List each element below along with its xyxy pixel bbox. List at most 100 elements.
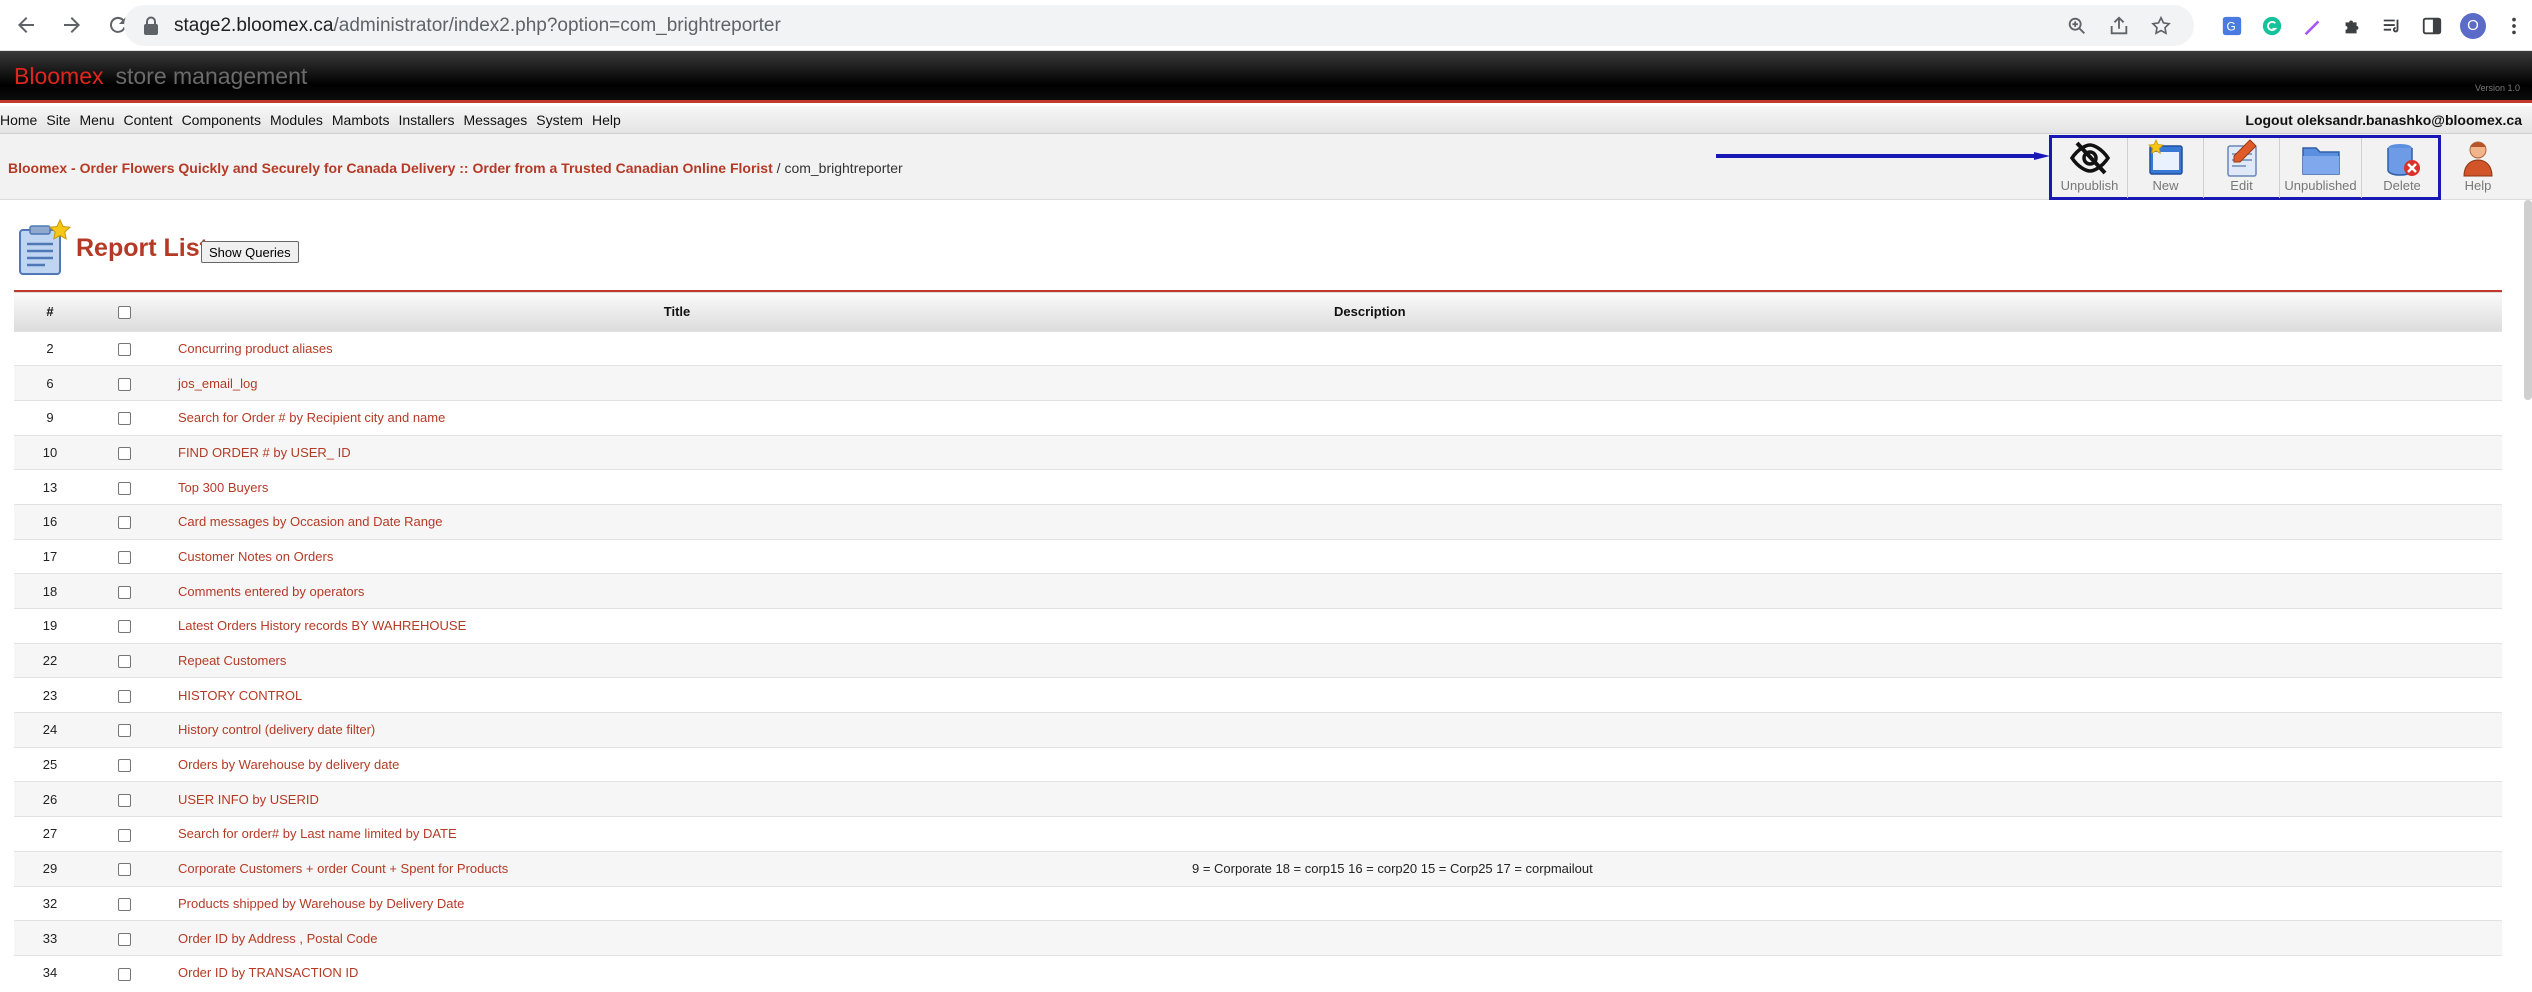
extensions-puzzle-icon[interactable] xyxy=(2340,14,2364,38)
row-checkbox[interactable] xyxy=(117,828,131,842)
zoom-icon[interactable] xyxy=(2066,15,2088,37)
report-title-link[interactable]: History control (delivery date filter) xyxy=(162,713,1192,748)
profile-avatar[interactable]: O xyxy=(2460,12,2486,39)
row-checkbox[interactable] xyxy=(117,897,131,911)
browser-toolbar: stage2.bloomex.ca/administrator/index2.p… xyxy=(0,0,2532,51)
row-id: 24 xyxy=(42,722,58,738)
row-checkbox[interactable] xyxy=(117,655,131,669)
menu-item-messages[interactable]: Messages xyxy=(463,112,536,128)
report-title-link[interactable]: Customer Notes on Orders xyxy=(162,539,1192,574)
report-title-link[interactable]: Search for order# by Last name limited b… xyxy=(162,817,1192,852)
unpublished-button[interactable]: Unpublished xyxy=(2280,138,2362,198)
address-bar[interactable]: stage2.bloomex.ca/administrator/index2.p… xyxy=(124,5,2194,46)
edit-button[interactable]: Edit xyxy=(2204,138,2280,198)
report-description xyxy=(1192,574,2502,609)
row-checkbox[interactable] xyxy=(117,724,131,738)
row-checkbox[interactable] xyxy=(117,481,131,495)
table-row: 17 Customer Notes on Orders xyxy=(14,539,2502,574)
table-header-row: # Title Description xyxy=(14,291,2502,331)
new-button[interactable]: New xyxy=(2128,138,2204,198)
row-checkbox[interactable] xyxy=(117,793,131,807)
row-checkbox[interactable] xyxy=(117,620,131,634)
report-title-link[interactable]: Comments entered by operators xyxy=(162,574,1192,609)
report-title-link[interactable]: Card messages by Occasion and Date Range xyxy=(162,504,1192,539)
page-scrollbar[interactable] xyxy=(2524,200,2532,400)
report-title-link[interactable]: Concurring product aliases xyxy=(162,331,1192,366)
row-checkbox[interactable] xyxy=(117,516,131,530)
grammarly-extension-icon[interactable] xyxy=(2260,14,2284,38)
report-description xyxy=(1192,921,2502,956)
breadcrumb-component: com_brightreporter xyxy=(784,160,903,176)
row-checkbox[interactable] xyxy=(117,585,131,599)
report-title-link[interactable]: Corporate Customers + order Count + Spen… xyxy=(162,851,1192,886)
menu-item-installers[interactable]: Installers xyxy=(398,112,463,128)
bookmark-star-icon[interactable] xyxy=(2150,15,2172,37)
menu-item-system[interactable]: System xyxy=(536,112,592,128)
report-description xyxy=(1192,609,2502,644)
side-panel-icon[interactable] xyxy=(2420,14,2444,38)
unpublish-button[interactable]: Unpublish xyxy=(2052,138,2128,198)
report-description xyxy=(1192,400,2502,435)
row-checkbox[interactable] xyxy=(117,967,131,981)
column-header-description[interactable]: Description xyxy=(1192,291,2502,331)
report-title-link[interactable]: jos_email_log xyxy=(162,366,1192,401)
menu-item-components[interactable]: Components xyxy=(182,112,270,128)
report-title-link[interactable]: Order ID by Address , Postal Code xyxy=(162,921,1192,956)
row-checkbox[interactable] xyxy=(117,412,131,426)
breadcrumb-site-link[interactable]: Bloomex - Order Flowers Quickly and Secu… xyxy=(8,160,773,176)
url-text: stage2.bloomex.ca/administrator/index2.p… xyxy=(174,14,781,36)
menu-item-home[interactable]: Home xyxy=(0,112,46,128)
row-id: 33 xyxy=(42,930,58,946)
report-description xyxy=(1192,678,2502,713)
share-icon[interactable] xyxy=(2108,15,2130,37)
row-checkbox[interactable] xyxy=(117,863,131,877)
row-checkbox[interactable] xyxy=(117,342,131,356)
menu-item-modules[interactable]: Modules xyxy=(270,112,332,128)
show-queries-button[interactable]: Show Queries xyxy=(201,241,299,263)
table-row: 9 Search for Order # by Recipient city an… xyxy=(14,400,2502,435)
table-row: 22 Repeat Customers xyxy=(14,643,2502,678)
lock-icon xyxy=(144,16,158,35)
report-title-link[interactable]: Order ID by TRANSACTION ID xyxy=(162,955,1192,990)
reading-list-icon[interactable] xyxy=(2380,14,2404,38)
menu-item-content[interactable]: Content xyxy=(124,112,182,128)
logout-link[interactable]: Logout oleksandr.banashko@bloomex.ca xyxy=(2245,112,2522,128)
help-button[interactable]: Help xyxy=(2440,138,2516,198)
row-checkbox[interactable] xyxy=(117,446,131,460)
report-description xyxy=(1192,366,2502,401)
select-all-checkbox[interactable] xyxy=(117,305,131,319)
kebab-menu-icon[interactable] xyxy=(2502,14,2526,38)
report-title-link[interactable]: Top 300 Buyers xyxy=(162,470,1192,505)
column-header-title[interactable]: Title xyxy=(162,291,1192,331)
menu-item-help[interactable]: Help xyxy=(592,112,630,128)
translate-extension-icon[interactable]: G xyxy=(2220,14,2244,38)
row-checkbox[interactable] xyxy=(117,932,131,946)
row-checkbox[interactable] xyxy=(117,551,131,564)
table-row: 27 Search for order# by Last name limited… xyxy=(14,816,2502,852)
menu-item-menu[interactable]: Menu xyxy=(79,112,123,128)
report-title-link[interactable]: USER INFO by USERID xyxy=(162,782,1192,817)
report-title-link[interactable]: FIND ORDER # by USER_ ID xyxy=(162,435,1192,470)
column-header-select-all xyxy=(86,291,162,331)
report-title-link[interactable]: Latest Orders History records BY WAHREHO… xyxy=(162,609,1192,644)
table-row: 34 Order ID by TRANSACTION ID xyxy=(14,955,2502,990)
report-title-link[interactable]: Products shipped by Warehouse by Deliver… xyxy=(162,886,1192,921)
forward-icon[interactable] xyxy=(52,5,92,45)
report-title-link[interactable]: HISTORY CONTROL xyxy=(162,678,1192,713)
menu-item-site[interactable]: Site xyxy=(46,112,79,128)
row-checkbox[interactable] xyxy=(117,759,131,773)
report-title-link[interactable]: Search for Order # by Recipient city and… xyxy=(162,400,1192,435)
menu-item-mambots[interactable]: Mambots xyxy=(332,112,399,128)
table-row: 13 Top 300 Buyers xyxy=(14,469,2502,505)
report-title-link[interactable]: Repeat Customers xyxy=(162,643,1192,678)
delete-button[interactable]: Delete xyxy=(2364,138,2440,198)
table-row: 26 USER INFO by USERID xyxy=(14,781,2502,817)
back-icon[interactable] xyxy=(6,5,46,45)
row-id: 18 xyxy=(42,583,58,599)
row-id: 32 xyxy=(42,895,58,911)
report-title-link[interactable]: Orders by Warehouse by delivery date xyxy=(162,747,1192,782)
pen-extension-icon[interactable] xyxy=(2300,14,2324,38)
row-checkbox[interactable] xyxy=(117,377,131,391)
row-checkbox[interactable] xyxy=(117,689,131,703)
table-row: 25 Orders by Warehouse by delivery date xyxy=(14,747,2502,782)
